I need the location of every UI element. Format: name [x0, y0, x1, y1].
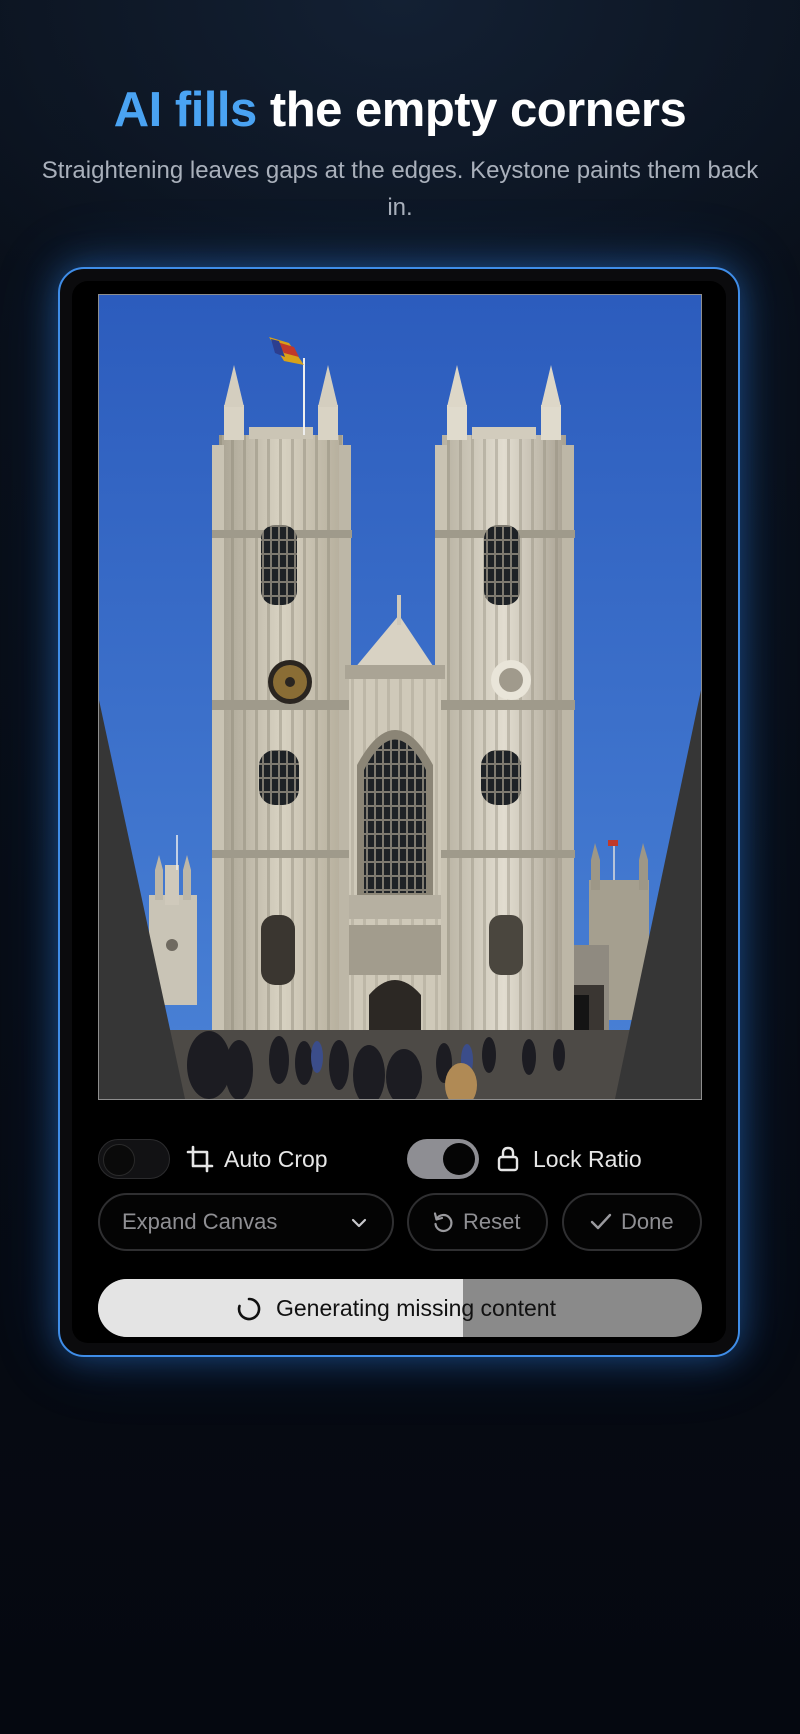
lock-ratio-label: Lock Ratio: [533, 1146, 642, 1172]
reset-label: Reset: [463, 1209, 521, 1234]
chevron-down-icon: [351, 1218, 367, 1228]
auto-crop-label: Auto Crop: [224, 1146, 328, 1172]
toggle-knob: [103, 1144, 135, 1176]
checkmark-icon: [590, 1213, 612, 1230]
title-rest: the empty corners: [269, 83, 687, 137]
auto-crop-toggle[interactable]: [98, 1139, 170, 1179]
cathedral-photo: [99, 295, 701, 1099]
done-button[interactable]: Done: [562, 1193, 702, 1251]
progress-content: Generating missing content: [98, 1279, 702, 1337]
page-title: AI fills the empty corners: [0, 82, 800, 138]
lock-ratio-toggle[interactable]: [407, 1139, 479, 1179]
toggle-knob: [443, 1143, 475, 1175]
photo-canvas[interactable]: [98, 294, 702, 1100]
title-accent: AI fills: [113, 83, 258, 137]
generation-progress-bar: Generating missing content: [98, 1279, 702, 1337]
crop-icon: [186, 1145, 214, 1173]
page-subtitle: Straightening leaves gaps at the edges. …: [41, 157, 759, 221]
reset-button[interactable]: Reset: [407, 1193, 548, 1251]
editor-screen: Auto Crop Lock Ratio Expand Canvas Reset: [72, 281, 726, 1343]
expand-canvas-dropdown[interactable]: Expand Canvas: [98, 1193, 394, 1251]
phone-frame: Auto Crop Lock Ratio Expand Canvas Reset: [58, 267, 740, 1357]
progress-label: Generating missing content: [276, 1295, 556, 1321]
rotate-ccw-icon: [433, 1212, 453, 1233]
expand-canvas-label: Expand Canvas: [122, 1209, 278, 1234]
done-label: Done: [621, 1209, 674, 1234]
spinner-icon: [237, 1297, 261, 1321]
lock-icon: [497, 1146, 519, 1172]
